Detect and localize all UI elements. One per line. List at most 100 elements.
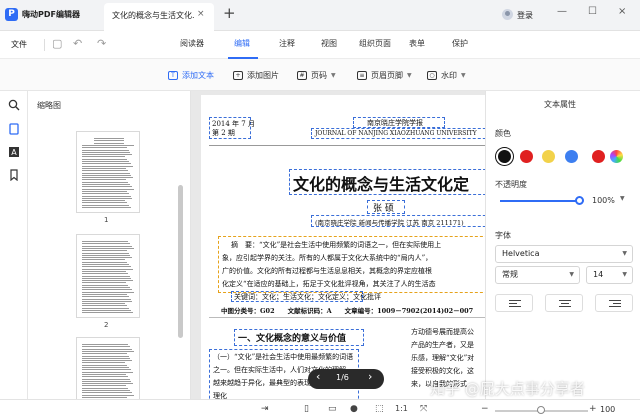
add-text-button[interactable]: T 添加文本 xyxy=(168,66,214,84)
body-line: 接受积极的文化，这 xyxy=(411,367,474,375)
page-thumbnail-icon[interactable] xyxy=(8,123,20,135)
add-text-icon: T xyxy=(168,70,178,80)
thumbnail-text-line xyxy=(82,186,132,188)
zoom-slider-handle[interactable] xyxy=(537,406,545,414)
thumbnail-text-line xyxy=(82,149,129,151)
tab-close-icon[interactable]: × xyxy=(197,9,205,19)
thumbnail-text-line xyxy=(82,144,134,146)
page-number-button[interactable]: # 页码 ▼ xyxy=(297,66,336,84)
align-left-button[interactable] xyxy=(495,294,533,312)
minimize-icon[interactable]: — xyxy=(557,6,567,17)
undo-icon[interactable]: ↶ xyxy=(73,37,82,50)
file-menu[interactable]: 文件 xyxy=(11,39,27,50)
color-swatch-black[interactable] xyxy=(498,150,511,163)
actual-size-icon[interactable]: 1:1 xyxy=(395,404,408,413)
document-tab[interactable]: 文化的概念与生活文化... × xyxy=(104,3,214,31)
opacity-slider-handle[interactable] xyxy=(575,196,584,205)
redo-icon[interactable]: ↷ xyxy=(97,37,106,50)
next-page-icon[interactable]: › xyxy=(368,370,372,383)
fit-page-icon[interactable]: ⤧ xyxy=(420,404,427,414)
page-thumbnail-1[interactable] xyxy=(76,131,140,213)
thumbnail-text-line xyxy=(82,266,131,268)
play-icon[interactable]: ● xyxy=(350,404,358,414)
login-button[interactable]: 登录 xyxy=(517,10,533,21)
single-page-icon[interactable]: ▯ xyxy=(304,404,309,414)
tab-forms[interactable]: 表单 xyxy=(409,38,425,49)
abstract-line: 摘 要：“文化”是社会生活中使用频繁的词语之一，但在实际使用上 xyxy=(231,241,442,249)
thumbnail-text-line xyxy=(82,181,129,183)
tab-reader[interactable]: 阅读器 xyxy=(180,38,204,49)
search-icon[interactable] xyxy=(8,99,20,111)
issue-number: 第 2 期 xyxy=(212,129,235,137)
thumbnail-text-line xyxy=(82,376,128,378)
header-footer-button[interactable]: ≡ 页眉页脚 ▼ xyxy=(357,66,412,84)
watermark-button[interactable]: ○ 水印 ▼ xyxy=(427,66,466,84)
thumbnail-text-line xyxy=(82,364,128,366)
thumbnail-scrollbar[interactable] xyxy=(178,185,183,338)
tab-annotate[interactable]: 注释 xyxy=(279,38,295,49)
tab-organize-pages[interactable]: 组织页面 xyxy=(359,38,391,49)
thumbnail-text-line xyxy=(82,307,130,309)
page-number-icon: # xyxy=(297,70,307,80)
font-size-select[interactable]: 14 ▼ xyxy=(586,266,633,284)
thumbnail-text-line xyxy=(82,243,130,245)
thumbnail-text-line xyxy=(82,357,131,359)
chevron-down-icon: ▼ xyxy=(569,271,574,278)
thumbnail-text-line xyxy=(82,250,127,252)
thumbnail-text-line xyxy=(82,371,133,373)
add-image-button[interactable]: + 添加图片 xyxy=(233,66,279,84)
thumbnail-text-line xyxy=(82,156,126,158)
zoom-in-icon[interactable]: + xyxy=(589,404,597,414)
thumbnail-text-line xyxy=(82,293,127,295)
color-swatch-yellow[interactable] xyxy=(542,150,555,163)
tab-protect[interactable]: 保护 xyxy=(452,38,468,49)
color-swatch-red[interactable] xyxy=(520,150,533,163)
new-tab-icon[interactable]: + xyxy=(223,4,236,22)
thumbnail-text-line xyxy=(82,298,131,300)
thumbnail-text-line xyxy=(82,268,133,270)
page-thumbnail-number: 1 xyxy=(104,216,109,224)
chevron-down-icon: ▼ xyxy=(461,71,466,79)
thumbnail-panel: 缩略图 1 2 xyxy=(28,91,191,419)
opacity-value[interactable]: 100% xyxy=(592,196,615,205)
body-line: 方动德号展而提高公 xyxy=(411,328,474,336)
fullscreen-icon[interactable]: ⬚ xyxy=(375,404,384,414)
previous-page-icon[interactable]: ‹ xyxy=(316,370,320,383)
align-center-button[interactable] xyxy=(545,294,583,312)
align-right-button[interactable] xyxy=(595,294,633,312)
thumbnail-text-line xyxy=(82,348,132,350)
user-avatar-icon[interactable] xyxy=(502,9,513,20)
color-swatch-blue[interactable] xyxy=(565,150,578,163)
text-recognition-icon[interactable]: A xyxy=(8,146,20,158)
tab-edit[interactable]: 编辑 xyxy=(234,38,250,49)
color-picker-icon[interactable] xyxy=(610,150,623,163)
watermark-icon: ○ xyxy=(427,70,437,80)
font-family-select[interactable]: Helvetica ▼ xyxy=(495,245,633,263)
thumbnail-text-line xyxy=(82,257,133,259)
thumbnail-text-line xyxy=(82,275,130,277)
status-bar: ⇥ ▯ ▭ ● ⬚ 1:1 ⤧ − + 100 xyxy=(0,399,640,419)
thumbnail-text-line xyxy=(82,188,134,190)
save-icon[interactable]: ▢ xyxy=(52,37,62,50)
thumbnail-text-line xyxy=(82,264,129,265)
maximize-icon[interactable]: ☐ xyxy=(588,6,597,17)
chevron-down-icon: ▼ xyxy=(622,250,627,257)
thumbnail-text-line xyxy=(82,172,130,174)
thumbnail-text-line xyxy=(82,387,129,389)
page-thumbnail-2[interactable] xyxy=(76,234,140,318)
zoom-level[interactable]: 100 xyxy=(600,405,615,414)
menu-bar: 文件 ▢ ↶ ↷ 阅读器 编辑 注释 视图 组织页面 表单 保护 xyxy=(0,31,640,59)
add-image-label: 添加图片 xyxy=(247,70,279,80)
zoom-out-icon[interactable]: − xyxy=(481,404,489,414)
thumbnail-text-line xyxy=(82,200,126,202)
continuous-scroll-icon[interactable]: ▭ xyxy=(328,404,337,414)
chevron-down-icon[interactable]: ▼ xyxy=(620,195,625,202)
close-window-icon[interactable]: × xyxy=(618,6,626,17)
color-swatch-red[interactable] xyxy=(592,150,605,163)
font-style-select[interactable]: 常规 ▼ xyxy=(495,266,580,284)
chevron-down-icon: ▼ xyxy=(331,71,336,79)
thumbnail-text-line xyxy=(82,282,127,284)
tab-view[interactable]: 视图 xyxy=(321,38,337,49)
fit-width-icon[interactable]: ⇥ xyxy=(261,404,269,414)
bookmark-icon[interactable] xyxy=(8,169,20,181)
